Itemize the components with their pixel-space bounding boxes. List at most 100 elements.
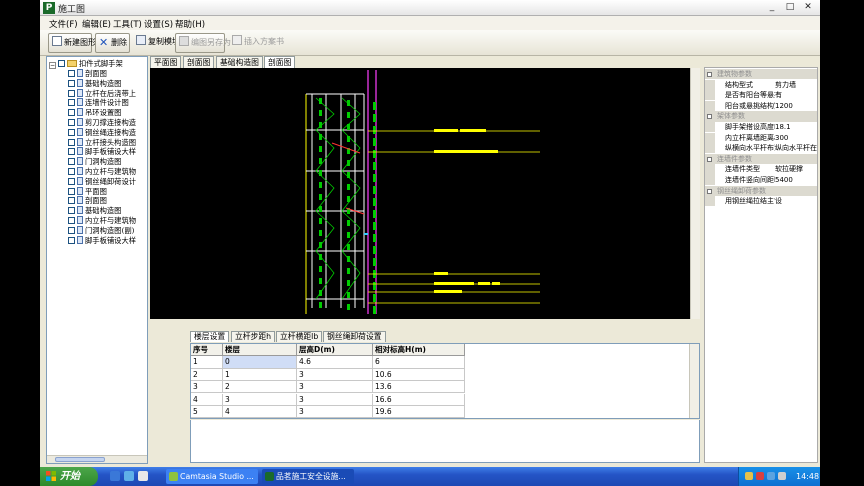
table-cell[interactable]: 1 [223, 368, 297, 381]
tree-item[interactable]: 门洞构造图(副) [68, 225, 134, 236]
table-cell[interactable]: 0 [223, 356, 297, 369]
ie-icon[interactable] [110, 471, 120, 481]
tab-section[interactable]: 剖面图 [183, 56, 215, 68]
maximize-button[interactable]: □ [782, 2, 798, 14]
volume-icon[interactable] [778, 472, 786, 480]
table-vertical-scrollbar[interactable] [689, 344, 699, 418]
table-cell[interactable]: 2 [223, 381, 297, 394]
property-value[interactable]: 设 [775, 196, 817, 206]
property-row[interactable]: 用钢丝绳拉结主节点对架体设 [705, 196, 817, 207]
menu-help[interactable]: 帮助(H) [175, 18, 205, 30]
tab-floor-settings[interactable]: 楼层设置 [190, 331, 230, 342]
antivirus-icon[interactable] [756, 472, 764, 480]
table-cell[interactable]: 10.6 [373, 368, 465, 381]
checkbox[interactable] [68, 99, 75, 107]
ime-icon[interactable] [745, 472, 753, 480]
task-pinming[interactable]: 品茗施工安全设施... [262, 469, 354, 484]
collapse-icon[interactable] [707, 114, 712, 120]
canvas-vertical-scrollbar[interactable] [690, 68, 700, 319]
property-category[interactable]: 钢丝绳卸荷参数 [705, 185, 817, 196]
tree-item[interactable]: 基础构造图 [68, 78, 121, 89]
property-value[interactable]: 软拉硬撑 [775, 164, 817, 174]
property-row[interactable]: 连墙件竖向间距h2(mm)5400 [705, 175, 817, 186]
column-header[interactable]: 楼层 [223, 344, 297, 357]
checkbox[interactable] [68, 148, 75, 156]
checkbox[interactable] [68, 158, 75, 166]
tree-item[interactable]: 立杆接头构造图 [68, 137, 136, 148]
tree-item[interactable]: 平面图 [68, 186, 107, 197]
checkbox[interactable] [68, 89, 75, 97]
table-cell[interactable]: 3 [297, 381, 373, 394]
column-header[interactable]: 序号 [191, 344, 223, 357]
table-cell[interactable]: 16.6 [373, 393, 465, 406]
checkbox[interactable] [68, 70, 75, 77]
tree-root[interactable]: − 扣件式脚手架 [49, 59, 123, 69]
table-row[interactable]: 5 4 3 19.6 [191, 406, 465, 418]
insert-plan-button[interactable]: 插入方案书 [229, 33, 289, 53]
property-value[interactable]: 300 [775, 133, 817, 143]
checkbox[interactable] [68, 177, 75, 185]
checkbox[interactable] [68, 236, 75, 244]
tab-wire-rope[interactable]: 钢丝绳卸荷设置 [323, 331, 386, 342]
column-header[interactable]: 层高D(m) [297, 344, 373, 357]
task-camtasia[interactable]: Camtasia Studio ... [166, 469, 258, 484]
property-value[interactable]: 有 [775, 90, 817, 100]
property-row[interactable]: 内立杆离墙距离a2(mm)300 [705, 132, 817, 143]
tree-item[interactable]: 脚手板铺设大样 [68, 147, 136, 157]
collapse-icon[interactable] [707, 72, 712, 77]
menu-edit[interactable]: 编辑(E) [82, 18, 111, 30]
table-row[interactable]: 2 1 3 10.6 [191, 368, 465, 381]
property-value[interactable]: 18.1 [775, 122, 817, 132]
table-cell[interactable]: 2 [191, 368, 223, 381]
tree-item[interactable]: 剪刀撑连接构造 [68, 118, 136, 128]
tree-item[interactable]: 脚手板铺设大样 [68, 235, 136, 246]
property-row[interactable]: 阳台或悬挑结构宽度l4(mm)1200 [705, 100, 817, 112]
tree-horizontal-scrollbar[interactable] [47, 455, 147, 463]
checkbox[interactable] [68, 119, 75, 126]
media-player-icon[interactable] [138, 471, 148, 481]
table-cell[interactable]: 13.6 [373, 381, 465, 394]
checkbox[interactable] [68, 187, 75, 195]
menu-file[interactable]: 文件(F) [49, 18, 78, 30]
table-row[interactable]: 4 3 3 16.6 [191, 393, 465, 406]
property-row[interactable]: 纵横向水平杆布置关系纵向水平杆在 [705, 143, 817, 154]
tree-item[interactable]: 吊环设置图 [68, 108, 121, 118]
property-category[interactable]: 架体参数 [705, 111, 817, 122]
tree-item[interactable]: 钢丝绳卸荷设计 [68, 176, 136, 187]
tree-item[interactable]: 剖面图 [68, 196, 107, 206]
tree-item[interactable]: 基础构造图 [68, 206, 121, 216]
save-drawing-as-button[interactable]: 编图另存为 [175, 33, 231, 53]
close-button[interactable]: ✕ [800, 2, 816, 14]
table-cell[interactable]: 6 [373, 356, 465, 369]
tab-foundation[interactable]: 基础构造图 [216, 56, 263, 68]
menu-tools[interactable]: 工具(T) [113, 18, 142, 30]
tab-pole-step[interactable]: 立杆步距h [231, 331, 276, 342]
checkbox[interactable] [68, 217, 75, 224]
title-bar[interactable]: P 施工图 _ □ ✕ [40, 0, 820, 16]
table-row[interactable]: 1 0 4.6 6 [191, 356, 465, 369]
tab-section-active[interactable]: 剖面图 [264, 56, 296, 68]
tab-pole-spacing[interactable]: 立杆横距lb [276, 331, 323, 342]
tree-item[interactable]: 剖面图 [68, 69, 107, 79]
property-value[interactable]: 纵向水平杆在 [775, 143, 817, 153]
property-value[interactable]: 1200 [775, 101, 817, 111]
tree-item[interactable]: 内立杆与建筑物 [68, 167, 136, 177]
checkbox[interactable] [68, 128, 75, 136]
property-row[interactable]: 连墙件类型 软拉硬撑 [705, 164, 817, 175]
delete-button[interactable]: ✕ 删除 [95, 33, 130, 53]
table-cell[interactable]: 3 [297, 393, 373, 406]
table-cell[interactable]: 3 [223, 393, 297, 406]
collapse-icon[interactable] [707, 156, 712, 162]
menu-settings[interactable]: 设置(S) [144, 18, 173, 30]
property-value[interactable]: 剪力墙 [775, 80, 817, 90]
property-row[interactable]: 是否有阳台等悬挑结构有 [705, 90, 817, 101]
copy-module-button[interactable]: 复制模块 [133, 33, 180, 53]
tree-item[interactable]: 内立杆与建筑物 [68, 216, 136, 226]
table-cell[interactable]: 3 [297, 406, 373, 418]
table-cell[interactable]: 4.6 [297, 356, 373, 369]
tree-item[interactable]: 连墙件设计图 [68, 98, 129, 108]
show-desktop-icon[interactable] [124, 471, 134, 481]
tree-item[interactable]: 立杆在后浇带上 [68, 88, 136, 99]
tab-plan[interactable]: 平面图 [150, 56, 182, 68]
checkbox[interactable] [68, 109, 75, 117]
